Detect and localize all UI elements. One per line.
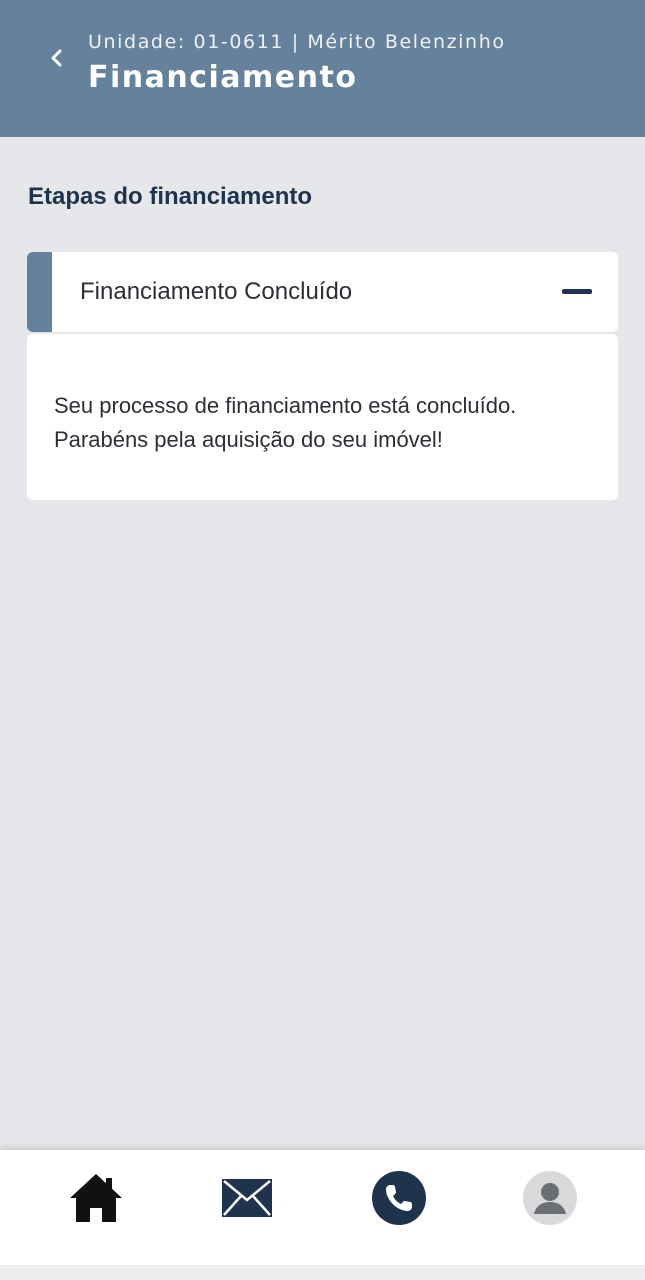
accordion-accent-bar [27,252,52,332]
profile-icon [523,1171,577,1225]
nav-mail-button[interactable] [217,1168,277,1228]
nav-profile-button[interactable] [520,1168,580,1228]
mail-icon [222,1179,272,1217]
nav-home-button[interactable] [66,1168,126,1228]
app-screen: Unidade: 01-0611 | Mérito Belenzinho Fin… [0,0,645,1280]
section-title: Etapas do financiamento [28,183,313,210]
minus-icon[interactable] [562,289,592,294]
phone-icon [372,1171,426,1225]
message-line-1: Seu processo de financiamento está concl… [54,393,517,418]
app-header: Unidade: 01-0611 | Mérito Belenzinho Fin… [0,0,645,137]
system-bar-strip [0,1265,645,1280]
unit-subtitle: Unidade: 01-0611 | Mérito Belenzinho [88,31,506,53]
bottom-navigation [0,1150,645,1265]
accordion-body: Seu processo de financiamento está concl… [27,334,618,500]
message-line-2: Parabéns pela aquisição do seu imóvel! [54,427,443,452]
chevron-left-icon [51,49,62,67]
page-title: Financiamento [88,60,358,95]
home-icon [70,1174,122,1222]
accordion-message: Seu processo de financiamento está concl… [54,389,604,457]
accordion-financiamento-concluido[interactable]: Financiamento Concluído [27,252,618,332]
accordion-label: Financiamento Concluído [80,278,353,305]
back-button[interactable] [36,40,76,76]
nav-phone-button[interactable] [369,1168,429,1228]
